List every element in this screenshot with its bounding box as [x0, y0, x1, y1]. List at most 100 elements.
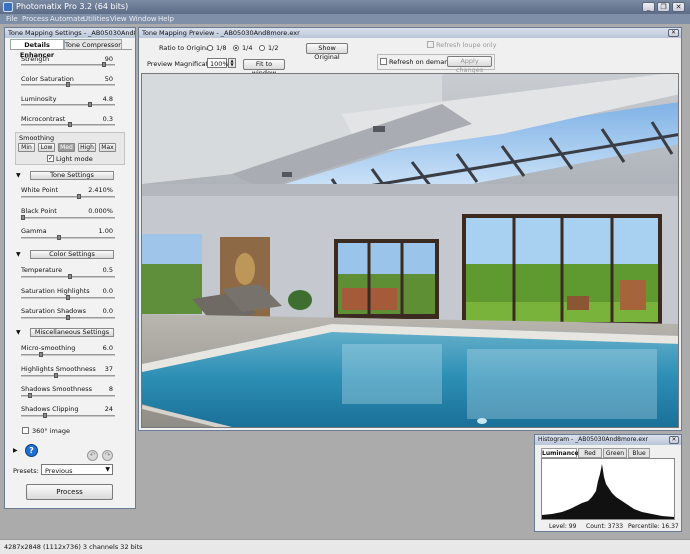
light-mode-label: Light mode	[56, 155, 93, 163]
menu-file[interactable]: File	[6, 14, 18, 24]
apply-changes-button[interactable]: Apply changes	[447, 56, 492, 74]
highlights-smoothness-slider[interactable]	[21, 375, 115, 377]
title-bar: Photomatix Pro 3.2 (64 bits) _ ❐ ✕	[0, 0, 690, 14]
refresh-loupe-label: Refresh loupe only	[436, 41, 497, 49]
smoothing-med-button[interactable]: Med	[58, 143, 75, 152]
preview-image[interactable]	[141, 73, 679, 428]
menu-view[interactable]: View	[110, 14, 127, 24]
color-settings-collapse-icon[interactable]: ▼	[16, 251, 21, 258]
menu-automate[interactable]: Automate	[50, 14, 84, 24]
refresh-on-demand-checkbox[interactable]	[380, 58, 387, 65]
light-mode-checkbox[interactable]: ✓	[47, 155, 54, 162]
smoothing-low-button[interactable]: Low	[38, 143, 55, 152]
fit-to-window-button[interactable]: Fit to window	[243, 59, 285, 77]
tab-luminance[interactable]: Luminance	[541, 448, 579, 458]
luminosity-slider-thumb[interactable]	[87, 102, 92, 107]
process-button[interactable]: Process	[26, 484, 113, 500]
histogram-close-button[interactable]: ✕	[669, 436, 679, 444]
redo-icon[interactable]: ↷	[102, 450, 113, 461]
gamma-slider[interactable]	[21, 237, 115, 239]
micro-smoothing-slider-thumb[interactable]	[39, 352, 43, 357]
menu-utilities[interactable]: Utilities	[83, 14, 109, 24]
image-360-label: 360° image	[32, 427, 70, 435]
black-point-label: Black Point	[21, 207, 57, 215]
tone-mapping-preview-window: Tone Mapping Preview - _AB05030And8more.…	[138, 27, 682, 431]
white-point-slider[interactable]	[21, 196, 115, 198]
color-settings-button[interactable]: Color Settings	[30, 250, 114, 259]
menu-help[interactable]: Help	[158, 14, 174, 24]
smoothing-min-button[interactable]: Min	[18, 143, 35, 152]
preview-close-button[interactable]: ✕	[668, 29, 679, 37]
ratio-radio-1-2[interactable]	[259, 45, 265, 51]
tab-details-enhancer[interactable]: Details Enhancer	[10, 39, 64, 59]
microcontrast-slider-thumb[interactable]	[67, 122, 72, 127]
ratio-label: Ratio to Original:	[159, 44, 214, 52]
tab-blue[interactable]: Blue	[628, 448, 650, 458]
smoothing-label: Smoothing	[19, 134, 55, 142]
color-saturation-value: 50	[104, 75, 113, 83]
temperature-slider-thumb[interactable]	[67, 274, 72, 279]
microcontrast-label: Microcontrast	[21, 115, 66, 123]
shadows-smoothness-slider[interactable]	[21, 395, 115, 397]
smoothing-max-button[interactable]: Max	[99, 143, 116, 152]
refresh-loupe-checkbox[interactable]	[427, 41, 434, 48]
image-360-checkbox[interactable]	[22, 427, 29, 434]
luminosity-label: Luminosity	[21, 95, 57, 103]
black-point-slider-thumb[interactable]	[21, 215, 25, 220]
close-button[interactable]: ✕	[672, 2, 685, 12]
highlights-smoothness-slider-thumb[interactable]	[54, 373, 59, 378]
pool-house-photo	[142, 74, 678, 427]
color-saturation-slider-thumb[interactable]	[66, 82, 70, 87]
strength-label: Strength	[21, 55, 50, 63]
shadows-clipping-slider[interactable]	[21, 415, 115, 417]
show-original-button[interactable]: Show Original	[306, 43, 348, 61]
magnification-stepper[interactable]: ▲ ▼	[228, 58, 236, 68]
white-point-label: White Point	[21, 186, 59, 194]
saturation-highlights-slider-thumb[interactable]	[66, 295, 70, 300]
tab-tone-compressor[interactable]: Tone Compressor	[64, 39, 122, 49]
tone-settings-collapse-icon[interactable]: ▼	[16, 172, 21, 179]
gamma-slider-thumb[interactable]	[57, 235, 61, 240]
expand-arrow-icon[interactable]: ▶	[13, 447, 18, 454]
ratio-radio-1-4[interactable]	[233, 45, 239, 51]
strength-slider[interactable]	[21, 64, 115, 66]
histogram-plot	[541, 458, 675, 520]
shadows-smoothness-slider-thumb[interactable]	[28, 393, 33, 398]
shadows-clipping-label: Shadows Clipping	[21, 405, 79, 413]
minimize-button[interactable]: _	[642, 2, 655, 12]
saturation-shadows-value: 0.0	[102, 307, 113, 315]
tab-green[interactable]: Green	[603, 448, 627, 458]
panel-title: Tone Mapping Settings - _AB05030And8...	[5, 28, 135, 38]
histogram-percentile: Percentile: 16.37	[628, 523, 679, 530]
saturation-highlights-value: 0.0	[102, 287, 113, 295]
luminosity-slider[interactable]	[21, 104, 115, 106]
refresh-on-demand-label: Refresh on demand:	[389, 58, 455, 66]
menu-process[interactable]: Process	[22, 14, 49, 24]
app-title: Photomatix Pro 3.2 (64 bits)	[16, 2, 129, 11]
magnification-field[interactable]: 100%	[207, 58, 229, 68]
histogram-level: Level: 99	[549, 523, 577, 530]
help-icon[interactable]: ?	[25, 444, 38, 457]
highlights-smoothness-value: 37	[104, 365, 113, 373]
menu-window[interactable]: Window	[129, 14, 157, 24]
presets-select[interactable]: Previous ▼	[41, 464, 113, 475]
misc-settings-button[interactable]: Miscellaneous Settings	[30, 328, 114, 337]
shadows-clipping-slider-thumb[interactable]	[42, 413, 47, 418]
black-point-slider[interactable]	[21, 217, 115, 219]
restore-button[interactable]: ❐	[657, 2, 670, 12]
white-point-slider-thumb[interactable]	[76, 194, 81, 199]
misc-settings-collapse-icon[interactable]: ▼	[16, 329, 21, 336]
strength-value: 90	[104, 55, 113, 63]
tab-red[interactable]: Red	[578, 448, 602, 458]
preview-title: Tone Mapping Preview - _AB05030And8more.…	[139, 28, 681, 38]
ratio-radio-1-8[interactable]	[207, 45, 213, 51]
tone-settings-button[interactable]: Tone Settings	[30, 171, 114, 180]
undo-icon[interactable]: ↶	[87, 450, 98, 461]
presets-value: Previous	[45, 467, 73, 475]
histogram-title: Histogram - _AB05030And8more.exr	[535, 435, 681, 445]
saturation-shadows-slider-thumb[interactable]	[66, 315, 70, 320]
micro-smoothing-slider[interactable]	[21, 354, 115, 356]
smoothing-high-button[interactable]: High	[78, 143, 96, 152]
strength-slider-thumb[interactable]	[102, 62, 106, 67]
histogram-count: Count: 3733	[586, 523, 624, 530]
